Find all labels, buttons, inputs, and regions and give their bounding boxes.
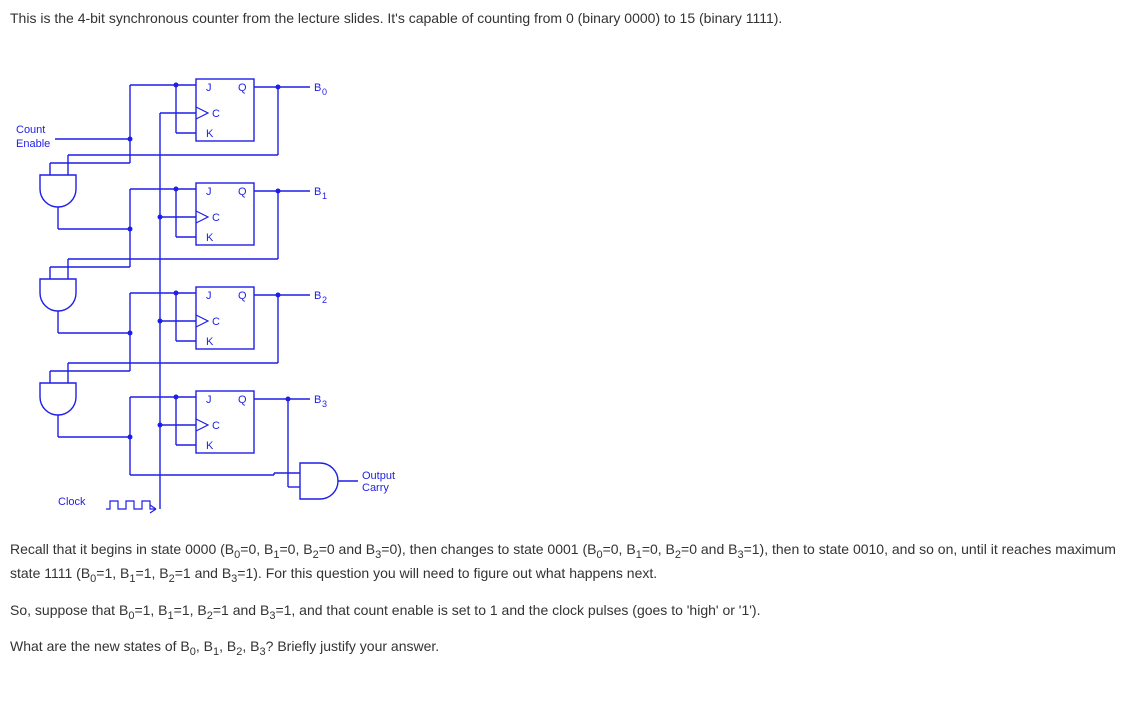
ff3-j: J [206,394,212,406]
ff1-c: C [212,212,220,224]
output-b0: B [314,82,321,94]
output-b1: B [314,186,321,198]
output-b3-sub: 3 [322,399,327,409]
output-b2: B [314,290,321,302]
output-b2-sub: 2 [322,295,327,305]
ff0-q: Q [238,82,247,94]
ff3-c: C [212,420,220,432]
ff0-j: J [206,82,212,94]
paragraph-3: What are the new states of B0, B1, B2, B… [10,636,1135,660]
count-label-1: Count [16,124,45,136]
output-b1-sub: 1 [322,191,327,201]
output-and-gate [300,463,338,499]
intro-paragraph: This is the 4-bit synchronous counter fr… [10,8,1135,29]
output-carry-label-1: Output [362,470,395,482]
ff3-q: Q [238,394,247,406]
output-b0-sub: 0 [322,87,327,97]
ff2-c: C [212,316,220,328]
ff2-q: Q [238,290,247,302]
ff1-j: J [206,186,212,198]
circuit-svg: .w { stroke:#1e1ee6; stroke-width:1.4; f… [10,35,430,525]
paragraph-2: So, suppose that B0=1, B1=1, B2=1 and B3… [10,600,1135,624]
paragraph-1: Recall that it begins in state 0000 (B0=… [10,539,1135,588]
count-label-2: Enable [16,138,50,150]
ff1-q: Q [238,186,247,198]
clock-label: Clock [58,496,86,508]
ff0-c: C [212,108,220,120]
ff3-k: K [206,440,214,452]
output-b3: B [314,394,321,406]
circuit-diagram: .w { stroke:#1e1ee6; stroke-width:1.4; f… [10,35,1135,525]
ff1-k: K [206,232,214,244]
ff2-k: K [206,336,214,348]
ff2-j: J [206,290,212,302]
ff0-k: K [206,128,214,140]
output-carry-label-2: Carry [362,482,389,494]
